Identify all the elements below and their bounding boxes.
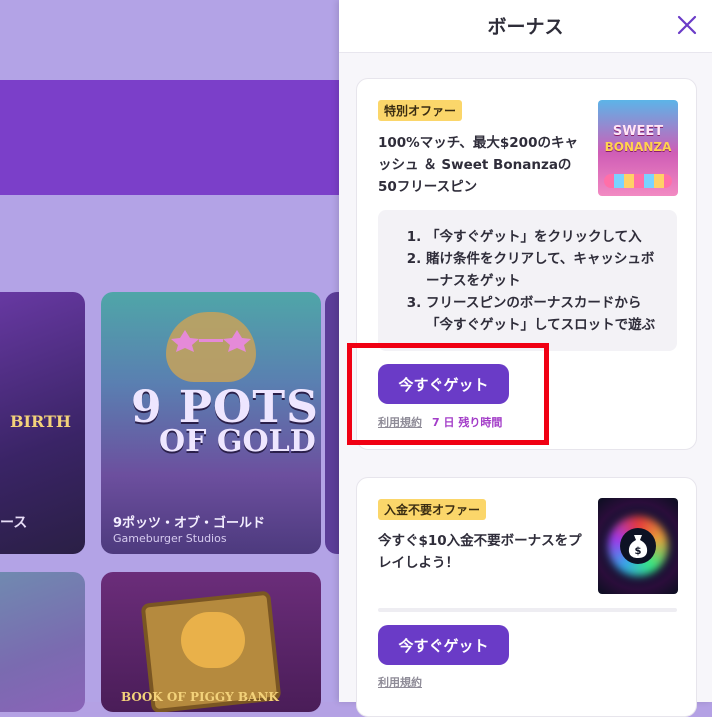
star-glasses-icon bbox=[171, 330, 251, 352]
money-bag-icon: $ bbox=[628, 535, 648, 558]
pig-image bbox=[181, 612, 245, 668]
drawer-title: ボーナス bbox=[487, 16, 564, 38]
instruction-step: 賭け条件をクリアして、キャッシュボーナスをゲット bbox=[426, 248, 667, 292]
bonus-card: 入金不要オファー 今すぐ$10入金不要ボーナスをプレイしよう！ $ 今すぐゲット… bbox=[356, 477, 697, 717]
close-icon[interactable] bbox=[676, 14, 698, 36]
game-tile-left-2[interactable] bbox=[0, 572, 85, 712]
instructions-list: 「今すぐゲット」をクリックして入 賭け条件をクリアして、キャッシュボーナスをゲッ… bbox=[378, 210, 677, 336]
offer-badge: 特別オファー bbox=[378, 100, 463, 121]
game-tile-9-pots-of-gold[interactable]: 9 POTS OF GOLD 9ポッツ・オブ・ゴールド Gameburger S… bbox=[101, 292, 321, 554]
divider bbox=[378, 608, 677, 612]
offer-description: 100%マッチ、最大$200のキャッシュ ＆ Sweet Bonanzaの50フ… bbox=[378, 135, 578, 195]
game-title: 9ポッツ・オブ・ゴールド bbox=[113, 516, 266, 531]
svg-text:$: $ bbox=[635, 546, 642, 557]
thumbnail-text: BONANZA bbox=[604, 140, 672, 154]
game-title: ース bbox=[0, 515, 28, 531]
highlight-box bbox=[347, 343, 549, 445]
drawer-header: ボーナス bbox=[339, 0, 712, 53]
thumbnail-text: SWEET bbox=[612, 124, 664, 139]
game-logo-line2: OF GOLD bbox=[159, 424, 316, 459]
instruction-step: 「今すぐゲット」をクリックして入 bbox=[426, 226, 667, 248]
instructions-box: 「今すぐゲット」をクリックして入 賭け条件をクリアして、キャッシュボーナスをゲッ… bbox=[378, 210, 677, 351]
get-now-button[interactable]: 今すぐゲット bbox=[378, 625, 509, 665]
sweet-bonanza-thumbnail: SWEET BONANZA bbox=[598, 100, 678, 196]
game-provider: Gameburger Studios bbox=[113, 532, 227, 545]
candy-decoration bbox=[604, 174, 672, 188]
instruction-step: フリースピンのボーナスカードから「今すぐゲット」してスロットで遊ぶ bbox=[426, 292, 667, 336]
offer-description: 今すぐ$10入金不要ボーナスをプレイしよう！ bbox=[378, 533, 582, 571]
money-bag-thumbnail: $ bbox=[598, 498, 678, 594]
game-tile-book-of-piggy-bank[interactable]: BOOK OF PIGGY BANK bbox=[101, 572, 321, 712]
offer-badge: 入金不要オファー bbox=[378, 499, 487, 520]
terms-link[interactable]: 利用規約 bbox=[378, 674, 422, 690]
game-tile-left-1[interactable]: BIRTH ース bbox=[0, 292, 85, 554]
game-logo-text: BIRTH bbox=[10, 412, 72, 431]
